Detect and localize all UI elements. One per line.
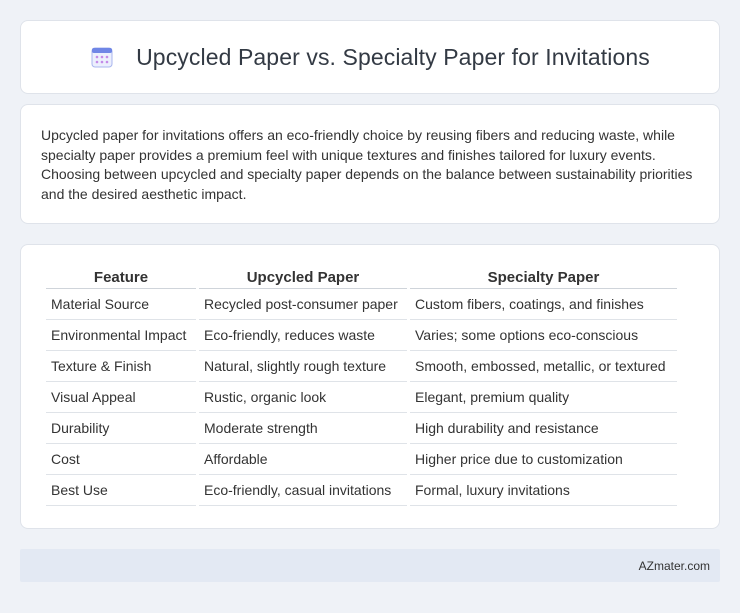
specialty-cell: Formal, luxury invitations (410, 475, 677, 506)
specialty-cell: Elegant, premium quality (410, 382, 677, 413)
upcycled-cell: Rustic, organic look (199, 382, 407, 413)
feature-cell: Material Source (46, 289, 196, 320)
feature-cell: Texture & Finish (46, 351, 196, 382)
specialty-cell: Custom fibers, coatings, and finishes (410, 289, 677, 320)
table-header-row: Feature Upcycled Paper Specialty Paper (46, 267, 677, 289)
table-row: Texture & Finish Natural, slightly rough… (46, 351, 677, 382)
footer-bar: AZmater.com (20, 549, 720, 582)
upcycled-cell: Recycled post-consumer paper (199, 289, 407, 320)
footer-site-name: AZmater.com (638, 558, 710, 573)
table-row: Environmental Impact Eco-friendly, reduc… (46, 320, 677, 351)
upcycled-cell: Eco-friendly, casual invitations (199, 475, 407, 506)
column-header-upcycled: Upcycled Paper (199, 267, 407, 289)
upcycled-cell: Eco-friendly, reduces waste (199, 320, 407, 351)
column-header-specialty: Specialty Paper (410, 267, 677, 289)
feature-cell: Best Use (46, 475, 196, 506)
page-title: Upcycled Paper vs. Specialty Paper for I… (136, 43, 650, 70)
specialty-cell: Smooth, embossed, metallic, or textured (410, 351, 677, 382)
feature-cell: Durability (46, 413, 196, 444)
table-row: Best Use Eco-friendly, casual invitation… (46, 475, 677, 506)
table-row: Cost Affordable Higher price due to cust… (46, 444, 677, 475)
intro-paragraph: Upcycled paper for invitations offers an… (41, 127, 693, 202)
comparison-card: Feature Upcycled Paper Specialty Paper M… (20, 244, 720, 529)
calendar-icon (90, 45, 114, 69)
specialty-cell: Varies; some options eco-conscious (410, 320, 677, 351)
column-header-feature: Feature (46, 267, 196, 289)
feature-cell: Environmental Impact (46, 320, 196, 351)
title-card: Upcycled Paper vs. Specialty Paper for I… (20, 20, 720, 94)
table-row: Visual Appeal Rustic, organic look Elega… (46, 382, 677, 413)
upcycled-cell: Moderate strength (199, 413, 407, 444)
table-row: Material Source Recycled post-consumer p… (46, 289, 677, 320)
specialty-cell: High durability and resistance (410, 413, 677, 444)
upcycled-cell: Affordable (199, 444, 407, 475)
intro-card: Upcycled paper for invitations offers an… (20, 104, 720, 224)
comparison-table: Feature Upcycled Paper Specialty Paper M… (43, 267, 680, 506)
table-row: Durability Moderate strength High durabi… (46, 413, 677, 444)
upcycled-cell: Natural, slightly rough texture (199, 351, 407, 382)
feature-cell: Visual Appeal (46, 382, 196, 413)
specialty-cell: Higher price due to customization (410, 444, 677, 475)
feature-cell: Cost (46, 444, 196, 475)
